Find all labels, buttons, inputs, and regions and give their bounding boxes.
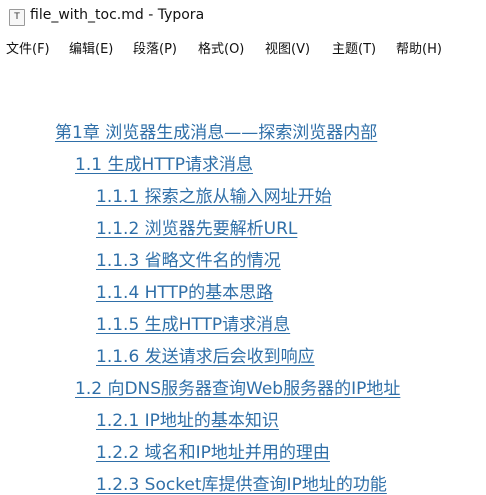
menu-file[interactable]: 文件(F) — [6, 38, 50, 57]
menu-bar: 文件(F) 编辑(E) 段落(P) 格式(O) 视图(V) 主题(T) 帮助(H… — [0, 36, 486, 60]
window-title: file_with_toc.md - Typora — [30, 7, 205, 23]
toc-link-1-2[interactable]: 1.2 向DNS服务器查询Web服务器的IP地址 — [75, 374, 400, 399]
toc-link-1-1-4[interactable]: 1.1.4 HTTP的基本思路 — [96, 278, 273, 303]
title-bar[interactable]: T file_with_toc.md - Typora — [0, 0, 486, 34]
menu-edit[interactable]: 编辑(E) — [69, 38, 113, 57]
typora-window: T file_with_toc.md - Typora 文件(F) 编辑(E) … — [0, 0, 486, 495]
toc-link-1-2-2[interactable]: 1.2.2 域名和IP地址并用的理由 — [96, 438, 330, 463]
toc-link-1-1-1[interactable]: 1.1.1 探索之旅从输入网址开始 — [96, 182, 332, 207]
toc-link-1-1-6[interactable]: 1.1.6 发送请求后会收到响应 — [96, 342, 315, 367]
toc-link-chapter-1[interactable]: 第1章 浏览器生成消息——探索浏览器内部 — [55, 118, 377, 143]
menu-format[interactable]: 格式(O) — [198, 38, 244, 57]
toc-link-1-1[interactable]: 1.1 生成HTTP请求消息 — [75, 150, 253, 175]
toc-link-1-2-1[interactable]: 1.2.1 IP地址的基本知识 — [96, 406, 279, 431]
menu-theme[interactable]: 主题(T) — [332, 38, 376, 57]
toc-link-1-1-3[interactable]: 1.1.3 省略文件名的情况 — [96, 246, 281, 271]
toc-link-1-1-2[interactable]: 1.1.2 浏览器先要解析URL — [96, 214, 297, 239]
menu-paragraph[interactable]: 段落(P) — [133, 38, 177, 57]
editor-area[interactable]: 第1章 浏览器生成消息——探索浏览器内部 1.1 生成HTTP请求消息 1.1.… — [0, 60, 486, 495]
toc-link-1-2-3[interactable]: 1.2.3 Socket库提供查询IP地址的功能 — [96, 470, 387, 495]
toc-link-1-1-5[interactable]: 1.1.5 生成HTTP请求消息 — [96, 310, 290, 335]
typora-app-icon: T — [9, 9, 25, 26]
menu-view[interactable]: 视图(V) — [265, 38, 310, 57]
menu-help[interactable]: 帮助(H) — [396, 38, 442, 57]
